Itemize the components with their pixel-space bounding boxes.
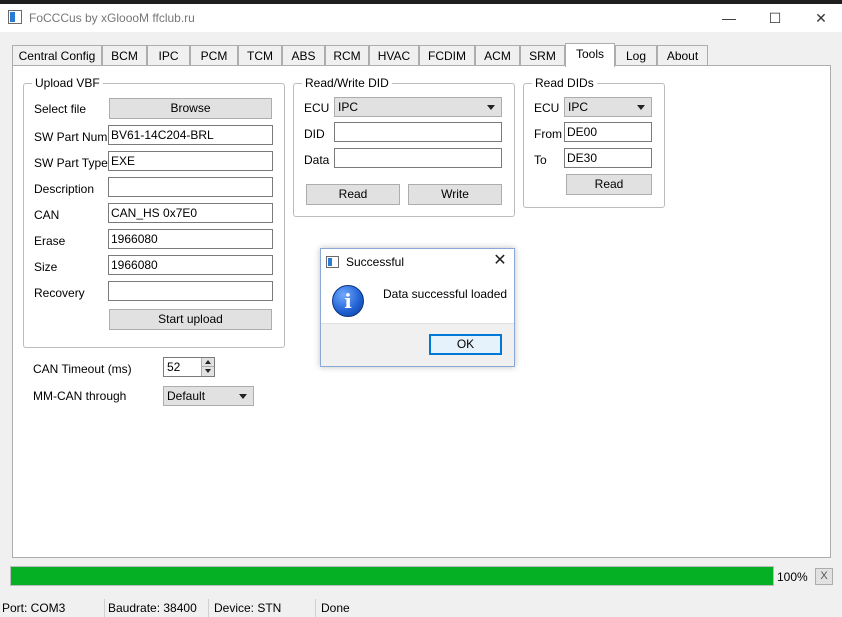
rw-ecu-label: ECU [304,101,330,115]
did-label: DID [304,127,325,141]
progress-bar [10,566,774,586]
sw-part-type-label: SW Part Type [34,156,108,170]
chevron-down-icon [637,105,645,110]
sw-part-num-label: SW Part Num [34,130,108,144]
dialog-close-button[interactable]: ✕ [491,252,509,270]
status-separator [315,599,316,617]
maximize-button[interactable]: ☐ [752,4,798,32]
tab-srm[interactable]: SRM [520,45,565,66]
cancel-x-button[interactable]: X [815,568,833,585]
tab-about[interactable]: About [657,45,708,66]
status-separator [208,599,209,617]
data-input[interactable] [334,148,502,168]
mm-can-value: Default [167,389,206,403]
status-baudrate: Baudrate: 38400 [108,601,197,615]
spin-down-icon[interactable] [202,367,214,376]
rd-read-button[interactable]: Read [566,174,652,195]
status-separator [104,599,105,617]
data-label: Data [304,153,330,167]
read-write-did-title: Read/Write DID [302,76,392,90]
upload-vbf-title: Upload VBF [32,76,103,90]
rw-read-button[interactable]: Read [306,184,400,205]
tab-log[interactable]: Log [615,45,657,66]
sw-part-num-input[interactable]: BV61-14C204-BRL [108,125,273,145]
start-upload-button[interactable]: Start upload [109,309,272,330]
select-file-label: Select file [34,102,87,116]
rw-ecu-select[interactable]: IPC [334,97,502,117]
did-input[interactable] [334,122,502,142]
tab-pcm[interactable]: PCM [190,45,238,66]
info-icon: i [332,285,364,317]
tab-fcdim[interactable]: FCDIM [419,45,475,66]
tab-bcm[interactable]: BCM [102,45,147,66]
can-label: CAN [34,208,60,222]
status-state: Done [321,601,350,615]
chevron-down-icon [487,105,495,110]
mm-can-select[interactable]: Default [163,386,254,406]
read-dids-title: Read DIDs [532,76,597,90]
can-timeout-label: CAN Timeout (ms) [33,362,132,376]
upload-vbf-group: Upload VBF Select file Browse SW Part Nu… [23,76,285,348]
spin-buttons [201,358,214,376]
tab-central-config[interactable]: Central Config [12,45,102,66]
ok-button[interactable]: OK [429,334,502,355]
dialog-message: Data successful loaded [383,287,508,301]
app-icon [8,10,22,24]
spin-up-icon[interactable] [202,358,214,367]
read-write-did-group: Read/Write DID ECU IPC DID Data Read Wri… [293,76,515,217]
progress-percent: 100% [777,570,808,584]
tab-rcm[interactable]: RCM [325,45,369,66]
progress-fill [11,567,773,585]
recovery-label: Recovery [34,286,85,300]
recovery-input[interactable] [108,281,273,301]
rd-ecu-select[interactable]: IPC [564,97,652,117]
description-label: Description [34,182,95,196]
to-input[interactable]: DE30 [564,148,652,168]
tab-ipc[interactable]: IPC [147,45,190,66]
status-device: Device: STN [214,601,282,615]
dialog-title-bar: Successful ✕ [321,249,514,275]
tab-abs[interactable]: ABS [282,45,325,66]
can-input[interactable]: CAN_HS 0x7E0 [108,203,273,223]
write-button[interactable]: Write [408,184,502,205]
tab-acm[interactable]: ACM [475,45,520,66]
dialog-footer: OK [321,323,514,366]
success-dialog: Successful ✕ i Data successful loaded OK [320,248,515,367]
can-timeout-value: 52 [167,360,181,374]
minimize-button[interactable]: — [706,4,752,32]
rd-ecu-value: IPC [568,100,589,114]
rd-ecu-label: ECU [534,101,560,115]
description-input[interactable] [108,177,273,197]
size-input[interactable]: 1966080 [108,255,273,275]
erase-label: Erase [34,234,66,248]
title-bar: FoCCCus by xGloooM ffclub.ru — ☐ ✕ [0,4,842,32]
mm-can-label: MM-CAN through [33,389,127,403]
sw-part-type-input[interactable]: EXE [108,151,273,171]
to-label: To [534,153,547,167]
tab-hvac[interactable]: HVAC [369,45,419,66]
window-title: FoCCCus by xGloooM ffclub.ru [29,11,195,25]
erase-input[interactable]: 1966080 [108,229,273,249]
dialog-app-icon [326,256,339,268]
read-dids-group: Read DIDs ECU IPC From DE00 To DE30 Read [523,76,665,208]
from-label: From [534,127,562,141]
can-timeout-spinbox[interactable]: 52 [163,357,215,377]
dialog-title: Successful [346,255,405,269]
tab-tcm[interactable]: TCM [238,45,282,66]
rw-ecu-value: IPC [338,100,359,114]
browse-button[interactable]: Browse [109,98,272,119]
close-button[interactable]: ✕ [798,4,842,32]
status-bar: Port: COM3 Baudrate: 38400 Device: STN D… [0,598,842,617]
tab-tools[interactable]: Tools [565,43,615,67]
size-label: Size [34,260,58,274]
status-port: Port: COM3 [2,601,66,615]
chevron-down-icon [239,394,247,399]
from-input[interactable]: DE00 [564,122,652,142]
